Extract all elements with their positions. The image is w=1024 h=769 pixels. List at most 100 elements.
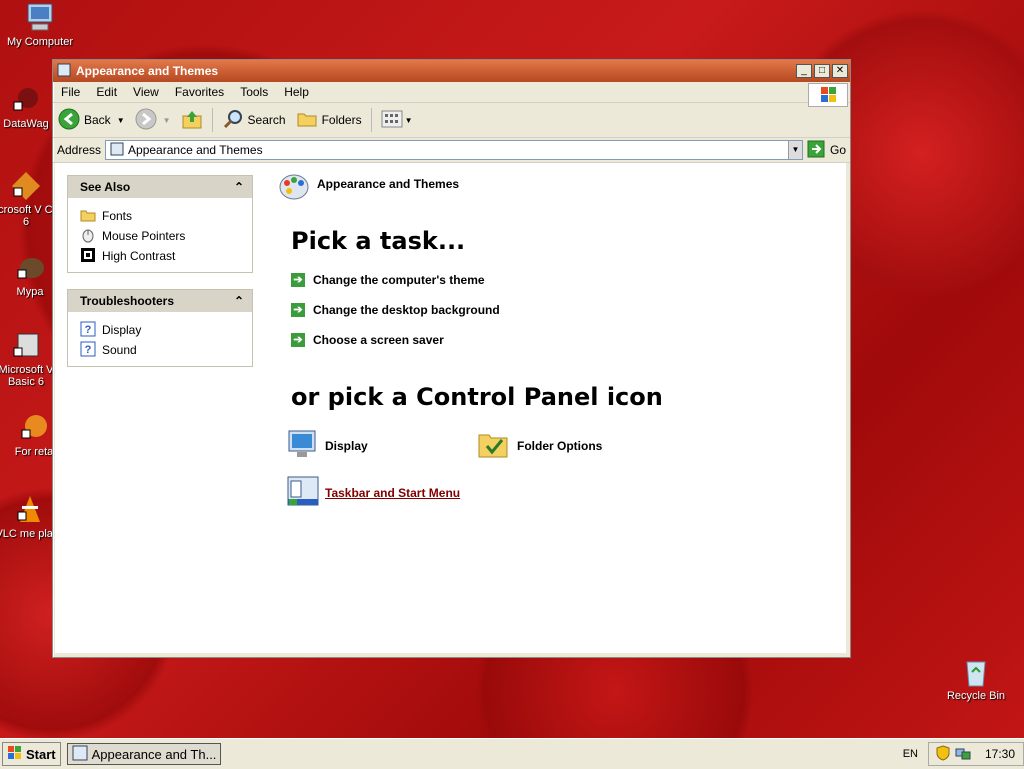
see-also-high-contrast[interactable]: High Contrast bbox=[80, 246, 240, 266]
see-also-label: Mouse Pointers bbox=[102, 229, 186, 243]
security-shield-icon[interactable] bbox=[935, 744, 951, 764]
desktop-icon-label: For reta bbox=[14, 446, 54, 458]
system-tray: EN 17:30 bbox=[903, 742, 1024, 766]
windows-logo-icon bbox=[808, 83, 848, 107]
cp-icon-display[interactable]: Display bbox=[287, 429, 368, 462]
address-bar: Address Appearance and Themes ▼ Go bbox=[53, 138, 850, 163]
menu-edit[interactable]: Edit bbox=[88, 85, 125, 99]
start-label: Start bbox=[26, 746, 56, 762]
menu-tools[interactable]: Tools bbox=[232, 85, 276, 99]
cp-icon-folder-options[interactable]: Folder Options bbox=[477, 429, 602, 462]
category-header: Appearance and Themes bbox=[277, 169, 459, 206]
clock[interactable]: 17:30 bbox=[985, 747, 1015, 761]
mouse-icon bbox=[80, 227, 96, 246]
task-change-background[interactable]: ➔ Change the desktop background bbox=[291, 303, 500, 317]
appearance-themes-icon bbox=[277, 169, 311, 206]
see-also-fonts[interactable]: Fonts bbox=[80, 206, 240, 226]
chevron-down-icon[interactable]: ▼ bbox=[117, 116, 125, 125]
pick-icon-heading: or pick a Control Panel icon bbox=[291, 383, 663, 411]
taskbar-window-label: Appearance and Th... bbox=[91, 746, 217, 762]
collapse-icon[interactable]: ⌃ bbox=[234, 294, 244, 308]
taskbar-icon bbox=[287, 475, 319, 510]
cp-icon-taskbar-start-menu[interactable]: Taskbar and Start Menu bbox=[287, 475, 460, 510]
troubleshooters-header[interactable]: Troubleshooters ⌃ bbox=[68, 290, 252, 312]
go-button[interactable]: Go bbox=[807, 140, 846, 161]
task-arrow-icon: ➔ bbox=[291, 273, 305, 287]
desktop-icon-label: Microsoft V Basic 6 bbox=[0, 364, 54, 388]
folders-button[interactable]: Folders bbox=[291, 106, 367, 134]
address-value: Appearance and Themes bbox=[128, 143, 263, 157]
troubleshooters-title: Troubleshooters bbox=[80, 294, 175, 308]
task-label: Choose a screen saver bbox=[313, 333, 444, 347]
back-label: Back bbox=[84, 113, 111, 127]
folders-label: Folders bbox=[321, 113, 362, 127]
see-also-label: Fonts bbox=[102, 209, 133, 223]
menu-favorites[interactable]: Favorites bbox=[167, 85, 232, 99]
help-icon: ? bbox=[80, 321, 96, 340]
search-icon bbox=[222, 108, 244, 133]
close-button[interactable]: ✕ bbox=[832, 64, 848, 78]
app-icon bbox=[18, 412, 50, 444]
desktop-icon-my-computer[interactable]: My Computer bbox=[0, 2, 80, 48]
forward-arrow-icon bbox=[135, 108, 157, 133]
windows-logo-icon bbox=[7, 745, 23, 764]
go-label: Go bbox=[829, 143, 846, 157]
desktop-icon-recycle-bin[interactable]: Recycle Bin bbox=[936, 656, 1016, 702]
troubleshooter-label: Display bbox=[102, 323, 142, 337]
content-area: See Also ⌃ Fonts Mouse Pointers High Con… bbox=[55, 163, 846, 653]
task-arrow-icon: ➔ bbox=[291, 333, 305, 347]
see-also-mouse-pointers[interactable]: Mouse Pointers bbox=[80, 226, 240, 246]
see-also-header[interactable]: See Also ⌃ bbox=[68, 176, 252, 198]
control-panel-icon bbox=[110, 142, 124, 159]
folder-icon bbox=[296, 108, 318, 133]
troubleshooters-box: Troubleshooters ⌃ ? Display ? Sound bbox=[67, 289, 253, 367]
title-bar[interactable]: Appearance and Themes _ □ ✕ bbox=[53, 60, 850, 82]
see-also-box: See Also ⌃ Fonts Mouse Pointers High Con… bbox=[67, 175, 253, 273]
task-change-theme[interactable]: ➔ Change the computer's theme bbox=[291, 273, 485, 287]
task-screen-saver[interactable]: ➔ Choose a screen saver bbox=[291, 333, 444, 347]
contrast-icon bbox=[80, 247, 96, 266]
see-also-label: High Contrast bbox=[102, 249, 176, 263]
go-arrow-icon bbox=[807, 140, 825, 161]
troubleshooter-sound[interactable]: ? Sound bbox=[80, 340, 240, 360]
menu-bar: File Edit View Favorites Tools Help bbox=[53, 82, 850, 107]
views-button[interactable]: ▼ bbox=[376, 106, 418, 134]
maximize-button[interactable]: □ bbox=[814, 64, 830, 78]
chevron-down-icon[interactable]: ▼ bbox=[405, 116, 413, 125]
menu-view[interactable]: View bbox=[125, 85, 167, 99]
search-label: Search bbox=[247, 113, 286, 127]
desktop-icon-label: Recycle Bin bbox=[946, 690, 1006, 702]
toolbar-separator bbox=[370, 108, 372, 132]
svg-text:?: ? bbox=[85, 344, 92, 356]
back-arrow-icon bbox=[58, 108, 80, 133]
display-icon bbox=[287, 429, 319, 462]
forward-button[interactable]: ▼ bbox=[130, 106, 176, 134]
troubleshooter-display[interactable]: ? Display bbox=[80, 320, 240, 340]
svg-text:?: ? bbox=[85, 324, 92, 336]
cp-icon-label: Taskbar and Start Menu bbox=[325, 485, 461, 500]
language-indicator[interactable]: EN bbox=[903, 748, 918, 760]
network-icon[interactable] bbox=[955, 745, 971, 764]
views-icon bbox=[381, 110, 403, 131]
back-button[interactable]: Back ▼ bbox=[53, 106, 130, 134]
see-also-title: See Also bbox=[80, 180, 131, 194]
app-icon bbox=[10, 84, 42, 116]
up-folder-button[interactable] bbox=[176, 106, 208, 134]
address-dropdown-button[interactable]: ▼ bbox=[787, 141, 802, 159]
collapse-icon[interactable]: ⌃ bbox=[234, 180, 244, 194]
menu-help[interactable]: Help bbox=[276, 85, 317, 99]
notification-area: 17:30 bbox=[927, 742, 1024, 766]
help-icon: ? bbox=[80, 341, 96, 360]
start-button[interactable]: Start bbox=[2, 742, 61, 766]
cp-icon-label: Display bbox=[325, 438, 368, 453]
explorer-window: Appearance and Themes _ □ ✕ File Edit Vi… bbox=[52, 59, 851, 658]
task-arrow-icon: ➔ bbox=[291, 303, 305, 317]
search-button[interactable]: Search bbox=[217, 106, 291, 134]
chevron-down-icon[interactable]: ▼ bbox=[163, 116, 171, 125]
taskbar-window-button[interactable]: Appearance and Th... bbox=[66, 743, 221, 765]
task-label: Change the desktop background bbox=[313, 303, 500, 317]
menu-file[interactable]: File bbox=[53, 85, 88, 99]
minimize-button[interactable]: _ bbox=[796, 64, 812, 78]
address-field[interactable]: Appearance and Themes ▼ bbox=[105, 140, 803, 160]
up-folder-icon bbox=[181, 108, 203, 133]
